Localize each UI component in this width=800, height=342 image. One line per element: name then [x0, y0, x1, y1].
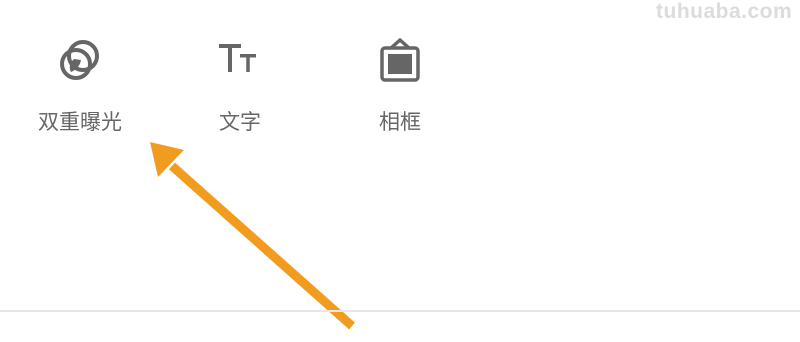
bottom-divider	[0, 310, 800, 312]
annotation-arrow	[150, 142, 355, 330]
